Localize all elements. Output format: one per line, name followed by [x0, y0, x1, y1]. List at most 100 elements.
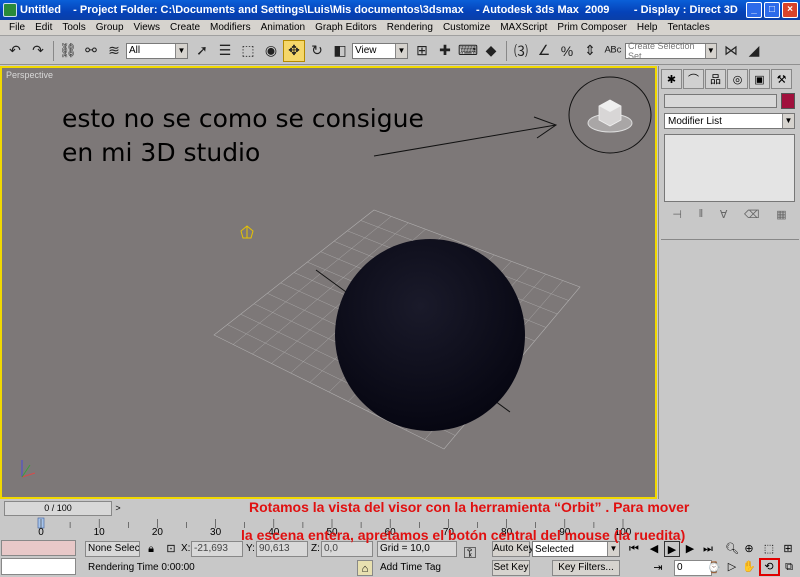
absolute-mode-icon[interactable]: ⊡: [163, 541, 179, 557]
y-coordinate-field[interactable]: 90,613: [256, 541, 308, 557]
perspective-viewport[interactable]: Perspective esto no se como se consigue …: [0, 66, 657, 499]
annotation-line-2: en mi 3D studio: [62, 138, 261, 167]
select-and-move-icon[interactable]: ✥: [283, 39, 305, 62]
percent-snap-icon[interactable]: %: [556, 40, 578, 62]
x-coordinate-field[interactable]: -21,693: [191, 541, 243, 557]
menu-create[interactable]: Create: [165, 22, 205, 33]
snaps-toggle-icon[interactable]: ◆: [480, 40, 502, 62]
unlink-icon[interactable]: ⚯: [80, 40, 102, 62]
next-frame-icon[interactable]: ▶: [682, 541, 698, 557]
go-to-start-icon[interactable]: ⏮: [626, 541, 642, 557]
create-tab-icon[interactable]: ✱: [661, 69, 682, 89]
configure-modifier-sets-icon[interactable]: ▦: [776, 208, 786, 224]
sphere-object: [335, 239, 525, 431]
auto-key-button[interactable]: Auto Key: [492, 541, 534, 557]
minimize-button[interactable]: _: [746, 2, 762, 18]
select-and-scale-icon[interactable]: ◧: [329, 40, 351, 62]
keyboard-shortcut-icon[interactable]: ⌨: [457, 40, 479, 62]
undo-icon[interactable]: ↶: [4, 40, 26, 62]
close-button[interactable]: ×: [782, 2, 798, 18]
menu-edit[interactable]: Edit: [30, 22, 57, 33]
menu-file[interactable]: File: [4, 22, 30, 33]
play-icon[interactable]: ▶: [664, 541, 680, 557]
make-unique-icon[interactable]: ∀: [720, 208, 728, 224]
select-and-link-icon[interactable]: ⛓: [57, 40, 79, 62]
named-selection-dropdown[interactable]: Create Selection Set ▼: [625, 41, 717, 61]
add-time-tag-label[interactable]: Add Time Tag: [380, 560, 441, 576]
menu-customize[interactable]: Customize: [438, 22, 495, 33]
pan-hand-icon[interactable]: ✋: [741, 559, 757, 575]
window-crossing-icon[interactable]: ◉: [260, 40, 282, 62]
manipulate-icon[interactable]: ✚: [434, 40, 456, 62]
modify-tab-icon[interactable]: ⌒: [683, 69, 704, 89]
reference-coord-dropdown[interactable]: View ▼: [352, 42, 408, 59]
lock-icon[interactable]: 🔒︎: [143, 541, 159, 557]
remove-modifier-icon[interactable]: ⌫: [744, 208, 760, 224]
app-icon[interactable]: [3, 3, 17, 17]
previous-frame-icon[interactable]: ◀: [646, 541, 662, 557]
go-to-end-icon[interactable]: ⏭: [700, 541, 716, 557]
zoom-extents-icon[interactable]: ⬚: [761, 541, 777, 557]
viewport-label[interactable]: Perspective: [6, 70, 53, 80]
motion-tab-icon[interactable]: ◎: [727, 69, 748, 89]
maximize-viewport-icon[interactable]: ⧉: [781, 559, 797, 575]
align-icon[interactable]: ◢: [743, 40, 765, 62]
menu-tools[interactable]: Tools: [57, 22, 90, 33]
show-end-result-icon[interactable]: ‖: [699, 208, 704, 224]
select-and-rotate-icon[interactable]: ↻: [306, 40, 328, 62]
pivot-center-icon[interactable]: ⊞: [411, 40, 433, 62]
key-mode-icon[interactable]: ⚿: [462, 546, 478, 562]
object-name-field[interactable]: [664, 94, 777, 108]
time-slider-next-icon[interactable]: >: [112, 501, 124, 516]
hierarchy-tab-icon[interactable]: 品: [705, 69, 726, 89]
menu-help[interactable]: Help: [632, 22, 663, 33]
select-by-name-icon[interactable]: ☰: [214, 40, 236, 62]
select-object-icon[interactable]: ➚: [191, 40, 213, 62]
menu-graph-editors[interactable]: Graph Editors: [310, 22, 382, 33]
key-mode-toggle-icon[interactable]: ⇥: [650, 560, 666, 576]
caption-line-2: la escena entera, apretamos el botón cen…: [241, 527, 686, 543]
zoom-icon[interactable]: 🔍︎: [724, 541, 740, 557]
bind-space-warp-icon[interactable]: ≋: [103, 40, 125, 62]
time-slider[interactable]: 0 / 100: [4, 501, 112, 516]
menu-animation[interactable]: Animation: [256, 22, 310, 33]
angle-snap-icon[interactable]: ∠: [533, 40, 555, 62]
z-coordinate-field[interactable]: 0,0: [321, 541, 373, 557]
caption-line-1: Rotamos la vista del visor con la herram…: [249, 499, 690, 515]
edit-named-selection-icon[interactable]: ᴬᴮᶜ: [602, 40, 624, 62]
maxscript-input-field[interactable]: [1, 558, 76, 575]
rendering-time-status: Rendering Time 0:00:00: [88, 562, 195, 573]
main-toolbar: ↶ ↷ ⛓ ⚯ ≋ All ▼ ➚ ☰ ⬚ ◉ ✥ ↻ ◧ View ▼ ⊞ ✚…: [0, 37, 800, 65]
mirror-icon[interactable]: ⋈: [720, 40, 742, 62]
zoom-all-icon[interactable]: ⊕: [741, 541, 757, 557]
menu-group[interactable]: Group: [91, 22, 129, 33]
maxscript-listener-field[interactable]: [1, 540, 76, 556]
pin-stack-icon[interactable]: ⊣: [672, 208, 682, 224]
key-filters-button[interactable]: Key Filters...: [552, 560, 620, 576]
zoom-extents-all-icon[interactable]: ⊞: [780, 541, 796, 557]
display-tab-icon[interactable]: ▣: [749, 69, 770, 89]
selection-filter-dropdown[interactable]: All ▼: [126, 42, 188, 59]
menu-views[interactable]: Views: [129, 22, 166, 33]
grid-size-field: Grid = 10,0: [377, 541, 457, 557]
utilities-tab-icon[interactable]: ⚒: [771, 69, 792, 89]
add-time-tag-icon[interactable]: ⌂: [357, 560, 373, 576]
set-key-button[interactable]: Set Key: [492, 560, 530, 576]
key-mode-dropdown[interactable]: Selected ▼: [532, 541, 620, 557]
redo-icon[interactable]: ↷: [27, 40, 49, 62]
menu-modifiers[interactable]: Modifiers: [205, 22, 256, 33]
status-bar: None Selecte 🔒︎ ⊡ X: -21,693 Y: 90,613 Z…: [0, 539, 800, 577]
rectangular-selection-icon[interactable]: ⬚: [237, 40, 259, 62]
modifier-list-dropdown[interactable]: Modifier List ▼: [664, 113, 795, 129]
spinner-snap-icon[interactable]: ⇕: [579, 40, 601, 62]
object-color-swatch[interactable]: [781, 93, 795, 109]
menu-rendering[interactable]: Rendering: [382, 22, 438, 33]
maximize-button[interactable]: □: [764, 2, 780, 18]
modifier-stack[interactable]: [664, 134, 795, 202]
time-configuration-icon[interactable]: ⌚: [706, 560, 722, 576]
menu-maxscript[interactable]: MAXScript: [495, 22, 552, 33]
snap-toggle-icon[interactable]: ⑶: [510, 40, 532, 62]
field-of-view-icon[interactable]: ▷: [724, 559, 740, 575]
menu-prim-composer[interactable]: Prim Composer: [552, 22, 631, 33]
menu-tentacles[interactable]: Tentacles: [662, 22, 714, 33]
